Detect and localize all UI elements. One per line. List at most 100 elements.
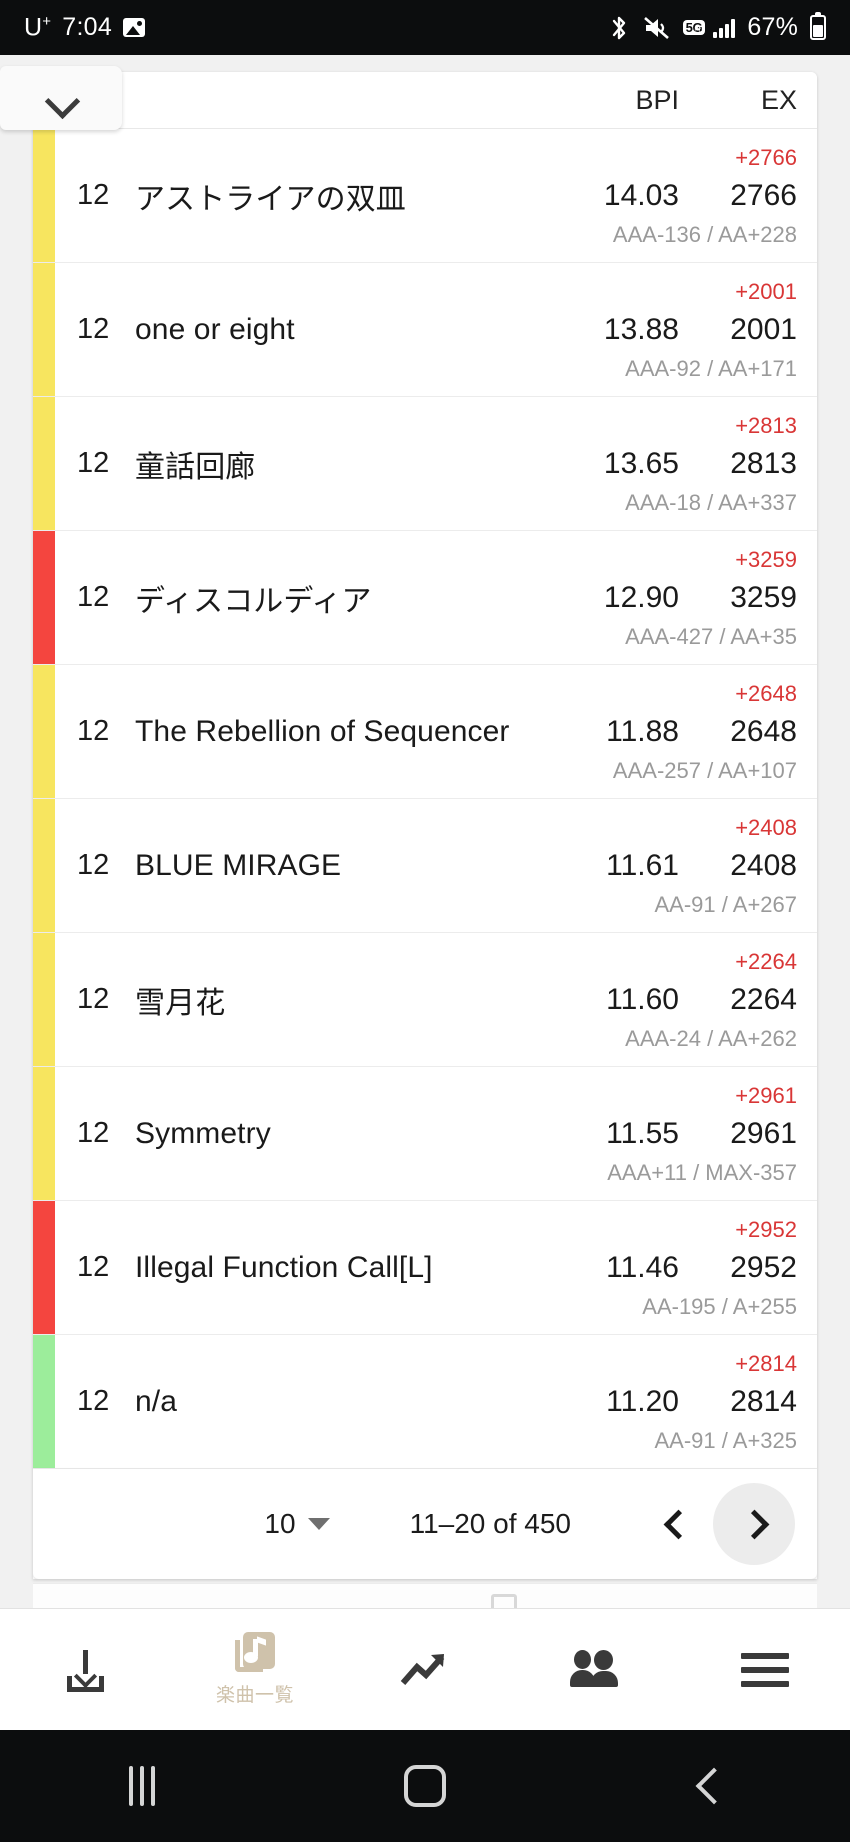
row-level: 12 [77, 1251, 110, 1283]
row-level: 12 [77, 313, 110, 345]
table-row[interactable]: 12 n/a 11.20 2814 +2814 AA-91 / A+325 [33, 1335, 817, 1469]
nav-item-trends[interactable] [340, 1609, 510, 1730]
row-values: 11.61 2408 [543, 849, 797, 883]
chevron-down-icon [307, 1518, 330, 1530]
row-song-title: 雪月花 [135, 986, 226, 1020]
bottom-navigation-bar: 楽曲一覧 [0, 1608, 850, 1730]
row-level: 12 [77, 581, 110, 613]
table-row[interactable]: 12 BLUE MIRAGE 11.61 2408 +2408 AA-91 / A+267 [33, 799, 817, 933]
signal-icon [713, 18, 736, 38]
next-page-button[interactable] [713, 1483, 795, 1565]
table-row[interactable]: 12 雪月花 11.60 2264 +2264 AAA-24 / AA+262 [33, 933, 817, 1067]
row-song-title: BLUE MIRAGE [135, 848, 342, 882]
recent-apps-icon [128, 1766, 155, 1806]
column-header-bpi[interactable]: BPI [543, 85, 679, 116]
row-level: 12 [77, 849, 110, 881]
row-grade-detail: AA-195 / A+255 [642, 1294, 797, 1319]
5g-icon: 5G ↓↑ [682, 20, 706, 36]
song-table-card: BPI EX 12 アストライアの双皿 14.03 2766 +2766 AAA-136 … [33, 72, 817, 1579]
battery-percent-label: 67% [747, 13, 798, 41]
row-song-title: Illegal Function Call[L] [135, 1250, 433, 1284]
nav-item-download[interactable] [0, 1609, 170, 1730]
row-song-title: 童話回廊 [135, 450, 256, 484]
row-values: 11.60 2264 [543, 983, 797, 1017]
difficulty-color-bar [33, 1067, 55, 1200]
previous-page-button[interactable] [631, 1483, 713, 1565]
menu-icon [741, 1652, 789, 1687]
row-ex: 2766 [730, 178, 797, 212]
difficulty-color-bar [33, 665, 55, 798]
pagination-bar: 10 11–20 of 450 [33, 1469, 817, 1579]
row-bpi: 11.46 [606, 1250, 679, 1284]
difficulty-color-bar [33, 263, 55, 396]
row-grade-detail: AAA-136 / AA+228 [612, 222, 797, 247]
row-grade-detail: AA-91 / A+325 [654, 1428, 798, 1453]
bluetooth-icon [607, 14, 631, 42]
row-delta: +3259 [735, 547, 797, 572]
difficulty-color-bar [33, 397, 55, 530]
row-ex: 2952 [730, 1250, 797, 1284]
difficulty-color-bar [33, 933, 55, 1066]
row-grade-detail: AAA-92 / AA+171 [625, 356, 797, 381]
difficulty-color-bar [33, 1335, 55, 1468]
row-bpi: 13.65 [603, 446, 679, 480]
table-row-body: 12 アストライアの双皿 14.03 2766 +2766 AAA-136 / AA+22… [55, 129, 817, 262]
row-grade-detail: AAA-18 / AA+337 [625, 490, 797, 515]
table-row-body: 12 Illegal Function Call[L] 11.46 2952 +2952… [55, 1201, 817, 1334]
nav-item-song-list[interactable]: 楽曲一覧 [170, 1609, 340, 1730]
nav-item-menu[interactable] [680, 1609, 850, 1730]
table-row-body: 12 one or eight 13.88 2001 +2001 AAA-92 / AA+… [55, 263, 817, 396]
row-bpi: 11.55 [606, 1116, 679, 1150]
row-delta: +2952 [735, 1217, 797, 1242]
nav-item-friends[interactable] [510, 1609, 680, 1730]
row-bpi: 14.03 [603, 178, 679, 212]
table-row[interactable]: 12 one or eight 13.88 2001 +2001 AAA-92 / AA+… [33, 263, 817, 397]
table-body: 12 アストライアの双皿 14.03 2766 +2766 AAA-136 / AA+22… [33, 129, 817, 1469]
clock-label: 7:04 [62, 12, 113, 41]
battery-icon [810, 12, 826, 40]
table-row[interactable]: 12 ディスコルディア 12.90 3259 +3259 AAA-427 / AA+35 [33, 531, 817, 665]
row-grade-detail: AAA-257 / AA+107 [612, 758, 797, 783]
row-bpi: 13.88 [603, 312, 679, 346]
people-icon [570, 1649, 620, 1690]
difficulty-color-bar [33, 799, 55, 932]
recent-apps-button[interactable] [0, 1766, 283, 1806]
row-ex: 2813 [730, 446, 797, 480]
table-row[interactable]: 12 アストライアの双皿 14.03 2766 +2766 AAA-136 / AA+22… [33, 129, 817, 263]
row-delta: +2648 [735, 681, 797, 706]
back-icon [695, 1773, 721, 1799]
row-delta: +2264 [735, 949, 797, 974]
row-grade-detail: AAA-427 / AA+35 [625, 624, 797, 649]
difficulty-color-bar [33, 531, 55, 664]
row-values: 11.20 2814 [543, 1385, 797, 1419]
music-list-icon [233, 1632, 277, 1676]
expand-filters-button[interactable] [0, 66, 122, 130]
row-bpi: 11.88 [606, 714, 679, 748]
row-values: 13.65 2813 [543, 447, 797, 481]
home-icon [403, 1765, 446, 1807]
row-bpi: 12.90 [603, 580, 679, 614]
row-song-title: one or eight [135, 312, 295, 346]
row-ex: 2961 [730, 1116, 797, 1150]
table-row[interactable]: 12 Illegal Function Call[L] 11.46 2952 +2952… [33, 1201, 817, 1335]
table-row[interactable]: 12 The Rebellion of Sequencer 11.88 2648 +26… [33, 665, 817, 799]
app-content: BPI EX 12 アストライアの双皿 14.03 2766 +2766 AAA-136 … [0, 55, 850, 1730]
row-level: 12 [77, 1385, 110, 1417]
table-row-body: 12 雪月花 11.60 2264 +2264 AAA-24 / AA+262 [55, 933, 817, 1066]
row-values: 12.90 3259 [543, 581, 797, 615]
table-row[interactable]: 12 童話回廊 13.65 2813 +2813 AAA-18 / AA+337 [33, 397, 817, 531]
back-button[interactable] [567, 1773, 850, 1799]
row-delta: +2766 [735, 145, 797, 170]
chevron-right-icon [744, 1514, 764, 1534]
rows-per-page-select[interactable]: 10 [264, 1508, 330, 1540]
row-grade-detail: AAA-24 / AA+262 [625, 1026, 797, 1051]
rows-per-page-value: 10 [264, 1508, 296, 1539]
row-level: 12 [77, 447, 110, 479]
row-values: 11.88 2648 [543, 715, 797, 749]
home-button[interactable] [283, 1765, 566, 1807]
column-header-ex[interactable]: EX [679, 85, 797, 116]
row-values: 11.55 2961 [543, 1117, 797, 1151]
row-delta: +2814 [735, 1351, 797, 1376]
table-row[interactable]: 12 Symmetry 11.55 2961 +2961 AAA+11 / MAX-357 [33, 1067, 817, 1201]
row-delta: +2813 [735, 413, 797, 438]
